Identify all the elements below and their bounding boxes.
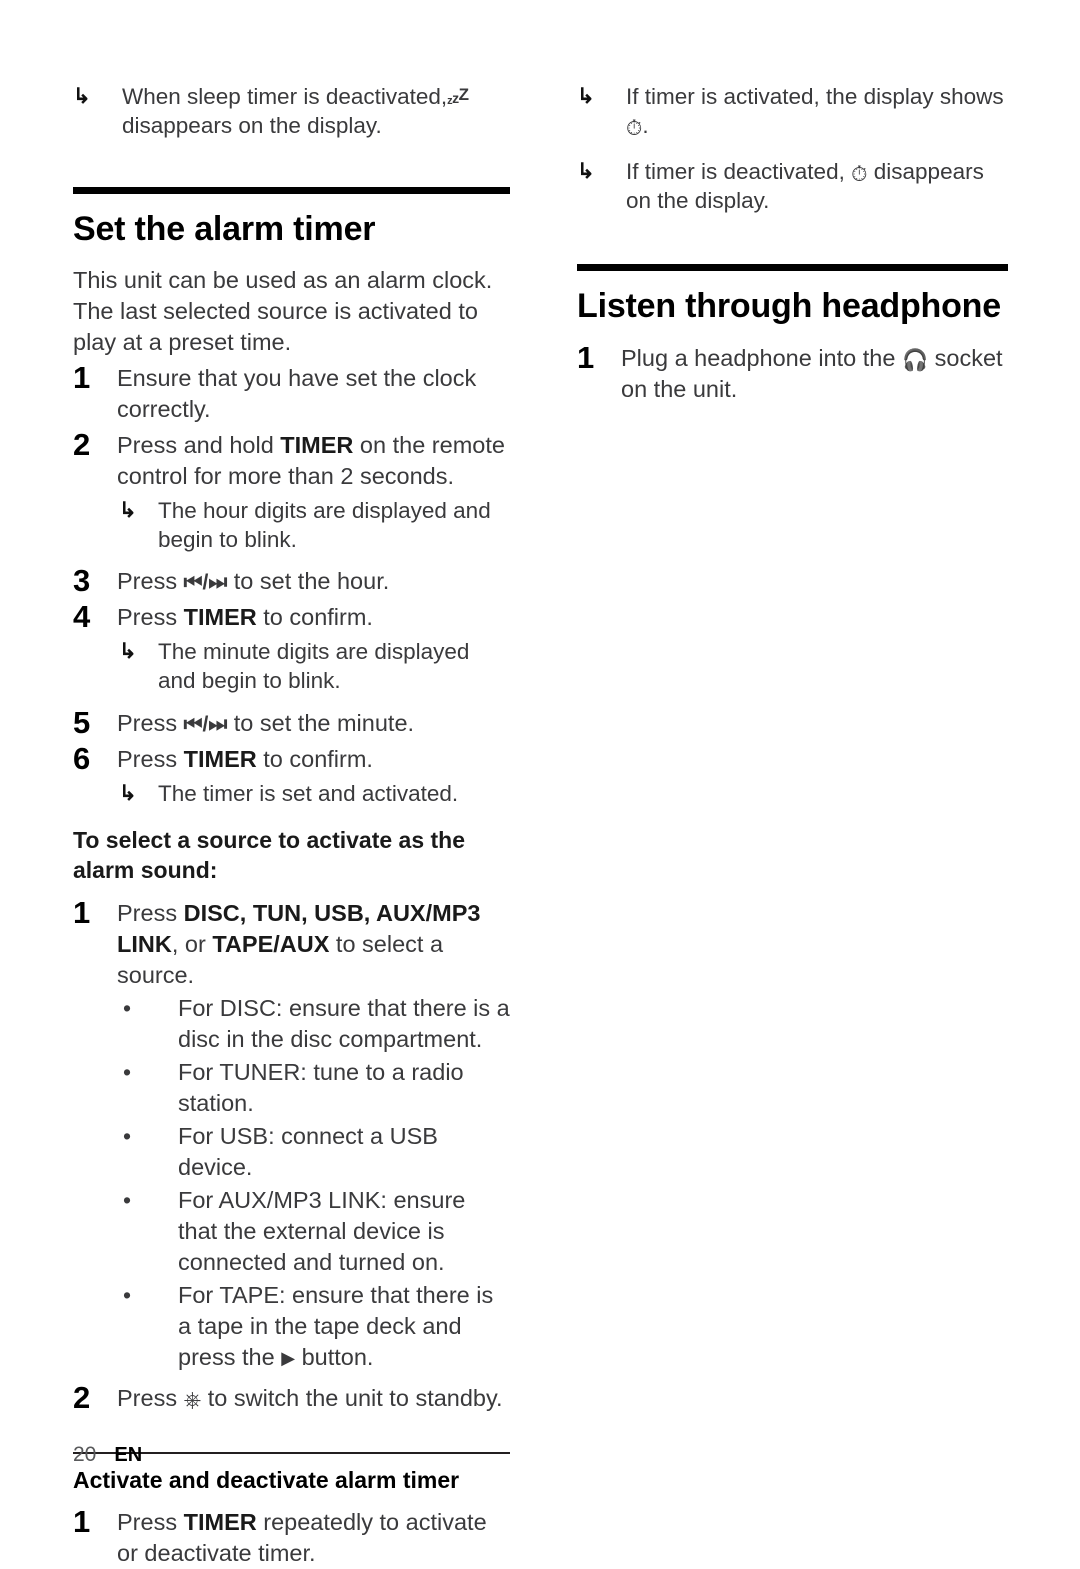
result-arrow-icon: ↳ [119,640,137,664]
result-arrow-icon: ↳ [577,159,595,183]
step-number: 2 [73,426,91,462]
step-source-keyword-tape-aux: TAPE/AUX [212,930,330,957]
step-item: 2 Press and hold TIMER on the remote con… [73,427,510,492]
note-text-after: . [642,113,649,139]
step-number: 4 [73,599,91,635]
step-item: 1 Press DISC, TUN, USB, AUX/MP3 LINK, or… [73,895,510,991]
step-item: 1 Press TIMER repeatedly to activate or … [73,1504,510,1569]
section-divider-rule [73,186,510,194]
bullet-item: • For TUNER: tune to a radio station. [73,1057,510,1119]
step-number: 5 [73,704,91,740]
note-text-before: When sleep timer is deactivated, [122,84,448,109]
result-arrow-icon: ↳ [73,85,91,108]
step-text-before: Press [117,604,184,631]
section-divider-rule [577,264,1008,272]
step-text-after: to confirm. [256,604,373,631]
bullet-dot-icon: • [123,1058,132,1085]
step-text-before: Plug a headphone into the [621,345,902,372]
note-text: The hour digits are displayed and begin … [158,497,491,552]
note-timer-deactivated: ↳ If timer is deactivated, ⏱ disappears … [577,157,1008,216]
headphone-icon: 🎧 [901,349,929,373]
step-item: 4 Press TIMER to confirm. [73,599,510,634]
page-title-listen-through-headphone: Listen through headphone [577,287,1001,326]
bullet-dot-icon: • [123,994,132,1021]
result-arrow-icon: ↳ [119,498,137,522]
step-text-before: Press [117,899,184,926]
prev-next-track-icon: ⏮/⏭ [183,571,228,595]
bullet-text-after: button. [295,1344,374,1371]
result-arrow-icon: ↳ [119,781,137,805]
bullet-dot-icon: • [123,1186,132,1213]
step-number: 1 [73,894,91,930]
play-icon: ▶ [281,1348,296,1369]
step-number: 1 [73,359,91,395]
step-text: Ensure that you have set the clock corre… [117,364,477,422]
step-text-before: Press [117,709,184,736]
note-result: ↳ The timer is set and activated. [73,779,510,808]
note-text: The timer is set and activated. [158,780,459,806]
step-text-before: Press and hold [117,431,281,458]
bullet-text: For AUX/MP3 LINK: ensure that the extern… [178,1186,466,1275]
bullet-item: • For USB: connect a USB device. [73,1121,510,1183]
sleep-icon: zzZ [447,85,469,107]
note-sleep-timer-deactivated: ↳ When sleep timer is deactivated,zzZ di… [73,82,510,141]
page-footer: 20 EN [73,1443,142,1467]
source-selection-lead: To select a source to activate as the al… [73,827,466,883]
step-item: 1 Plug a headphone into the 🎧 socket on … [577,340,1008,405]
step-keyword-timer: TIMER [280,431,354,458]
step-text-middle: , or [171,930,213,957]
bullet-dot-icon: • [123,1122,132,1149]
result-arrow-icon: ↳ [577,85,595,108]
step-item: 2 Press ⎈ to switch the unit to standby. [73,1380,510,1415]
alarm-clock-icon: ⏱ [851,162,868,186]
bullet-item: • For AUX/MP3 LINK: ensure that the exte… [73,1185,510,1278]
step-keyword-timer: TIMER [183,604,257,631]
step-item: 1 Ensure that you have set the clock cor… [73,360,510,425]
right-column: ↳ If timer is activated, the display sho… [577,0,1008,405]
step-number: 1 [73,1503,91,1539]
step-text-after: to confirm. [256,745,373,772]
note-timer-activated: ↳ If timer is activated, the display sho… [577,82,1008,141]
subsection-title-activate-deactivate: Activate and deactivate alarm timer [73,1467,460,1494]
note-text-before: If timer is activated, the display shows [626,84,1004,109]
page-language: EN [114,1444,143,1466]
note-result: ↳ The hour digits are displayed and begi… [73,496,510,555]
step-number: 2 [73,1380,91,1416]
step-text-after: to set the minute. [227,709,415,736]
page-number: 20 [73,1443,97,1466]
bullet-item-tape: • For TAPE: ensure that there is a tape … [73,1280,510,1373]
step-text-after: to switch the unit to standby. [201,1385,503,1412]
step-number: 6 [73,740,91,776]
bullet-item: • For DISC: ensure that there is a disc … [73,993,510,1055]
step-number: 1 [577,340,595,376]
power-standby-icon: ⎈ [183,1387,202,1413]
step-item: 3 Press ⏮/⏭ to set the hour. [73,563,510,598]
note-text-after: disappears on the display. [122,113,382,139]
bullet-text: For DISC: ensure that there is a disc in… [178,994,510,1052]
step-number: 3 [73,563,91,599]
left-column: ↳ When sleep timer is deactivated,zzZ di… [73,0,510,1569]
step-text-before: Press [117,745,184,772]
step-item: 5 Press ⏮/⏭ to set the minute. [73,705,510,740]
document-page: ↳ When sleep timer is deactivated,zzZ di… [0,0,1080,1566]
prev-next-track-icon: ⏮/⏭ [183,712,228,736]
note-text: The minute digits are displayed and begi… [158,639,470,694]
bullet-text: For TUNER: tune to a radio station. [178,1058,464,1116]
alarm-clock-icon: ⏱ [626,117,643,141]
note-result: ↳ The minute digits are displayed and be… [73,637,510,696]
step-item: 6 Press TIMER to confirm. [73,741,510,776]
bullet-text: For USB: connect a USB device. [178,1122,438,1180]
step-text-before: Press [117,1385,184,1412]
page-title-set-alarm-timer: Set the alarm timer [73,209,376,248]
note-text-before: If timer is deactivated, [626,158,845,184]
section-intro-paragraph: This unit can be used as an alarm clock.… [73,266,493,355]
step-keyword-timer: TIMER [183,745,257,772]
step-keyword-timer: TIMER [183,1508,257,1535]
step-text-before: Press [117,1508,184,1535]
bullet-dot-icon: • [123,1281,132,1308]
step-text-before: Press [117,568,184,595]
step-text-after: to set the hour. [227,568,390,595]
